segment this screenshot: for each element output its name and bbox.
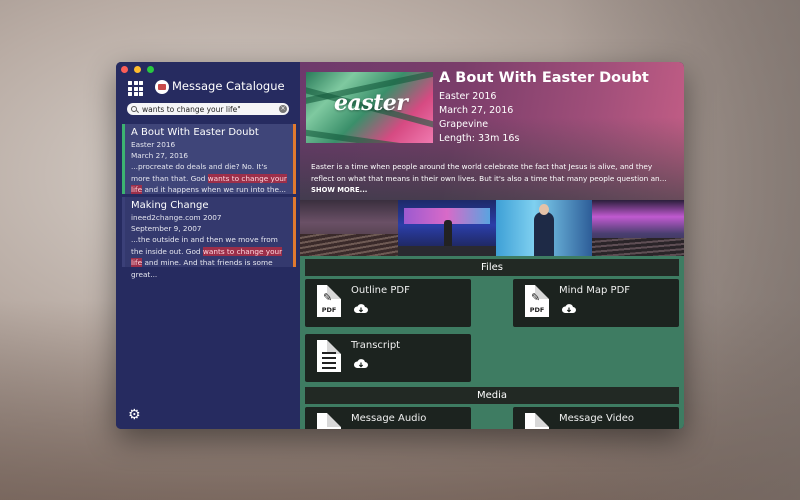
result-title: Making Change	[131, 200, 209, 211]
message-video-card[interactable]: Message Video	[513, 407, 679, 429]
result-date: March 27, 2016	[131, 151, 189, 160]
app-title: Message Catalogue	[172, 79, 285, 93]
search-field[interactable]: wants to change your life" ×	[127, 103, 289, 115]
message-series: Easter 2016	[439, 91, 497, 102]
app-logo-icon	[155, 80, 169, 94]
pdf-icon-label: PDF	[529, 306, 545, 314]
photo-auditorium	[300, 200, 398, 256]
grid-menu-icon[interactable]	[128, 81, 143, 96]
media-label: Message Video	[559, 413, 635, 424]
search-result-item[interactable]: A Bout With Easter Doubt Easter 2016 Mar…	[122, 124, 296, 194]
minimize-window-button[interactable]	[134, 66, 141, 73]
message-header: easter A Bout With Easter Doubt Easter 2…	[300, 62, 684, 200]
show-more-link[interactable]: SHOW MORE...	[311, 186, 367, 194]
message-title: A Bout With Easter Doubt	[439, 70, 649, 86]
result-excerpt: ...the outside in and then we move from …	[131, 235, 283, 279]
message-audio-card[interactable]: Message Audio	[305, 407, 471, 429]
search-input[interactable]: wants to change your life"	[142, 105, 279, 114]
outline-pdf-card[interactable]: ✎ PDF Outline PDF	[305, 279, 471, 327]
file-label: Outline PDF	[351, 285, 410, 296]
pdf-icon-label: PDF	[321, 306, 337, 314]
files-section-header: Files	[305, 259, 679, 276]
video-icon	[525, 413, 549, 429]
audio-icon	[317, 413, 341, 429]
search-icon	[131, 106, 137, 112]
photo-crowd	[592, 200, 684, 256]
pdf-icon: ✎ PDF	[317, 285, 341, 317]
photo-speaker	[496, 200, 592, 256]
cloud-download-icon[interactable]	[561, 303, 577, 315]
sidebar: Message Catalogue wants to change your l…	[116, 62, 300, 429]
selected-indicator	[122, 124, 125, 194]
app-window: Message Catalogue wants to change your l…	[116, 62, 684, 429]
message-length: Length: 33m 16s	[439, 133, 520, 144]
document-icon	[317, 340, 341, 372]
result-series: Easter 2016	[131, 140, 176, 149]
cloud-download-icon[interactable]	[353, 358, 369, 370]
file-label: Transcript	[351, 340, 401, 351]
transcript-card[interactable]: Transcript	[305, 334, 471, 382]
media-label: Message Audio	[351, 413, 427, 424]
message-location: Grapevine	[439, 119, 489, 130]
cloud-download-icon[interactable]	[353, 303, 369, 315]
result-excerpt: ...procreate do deals and die? No. It's …	[131, 162, 287, 194]
result-title: A Bout With Easter Doubt	[131, 127, 259, 138]
detail-pane: easter A Bout With Easter Doubt Easter 2…	[300, 62, 684, 429]
message-date: March 27, 2016	[439, 105, 514, 116]
clear-search-icon[interactable]: ×	[279, 105, 287, 113]
message-description: Easter is a time when people around the …	[311, 162, 667, 183]
result-accent-bar	[293, 197, 296, 267]
media-section-header: Media	[305, 387, 679, 404]
photo-stage	[398, 200, 496, 256]
artwork-title: easter	[334, 90, 408, 116]
search-result-item[interactable]: Making Change ineed2change.com 2007 Sept…	[122, 197, 296, 279]
result-left-bar	[122, 197, 125, 267]
mind-map-pdf-card[interactable]: ✎ PDF Mind Map PDF	[513, 279, 679, 327]
message-photo-strip	[300, 200, 684, 256]
result-date: September 9, 2007	[131, 224, 202, 233]
close-window-button[interactable]	[121, 66, 128, 73]
result-series: ineed2change.com 2007	[131, 213, 222, 222]
series-artwork: easter	[306, 72, 433, 143]
result-accent-bar	[293, 124, 296, 194]
zoom-window-button[interactable]	[147, 66, 154, 73]
window-controls	[121, 66, 154, 73]
pdf-icon: ✎ PDF	[525, 285, 549, 317]
settings-gear-icon[interactable]: ⚙	[128, 407, 141, 423]
file-label: Mind Map PDF	[559, 285, 631, 296]
